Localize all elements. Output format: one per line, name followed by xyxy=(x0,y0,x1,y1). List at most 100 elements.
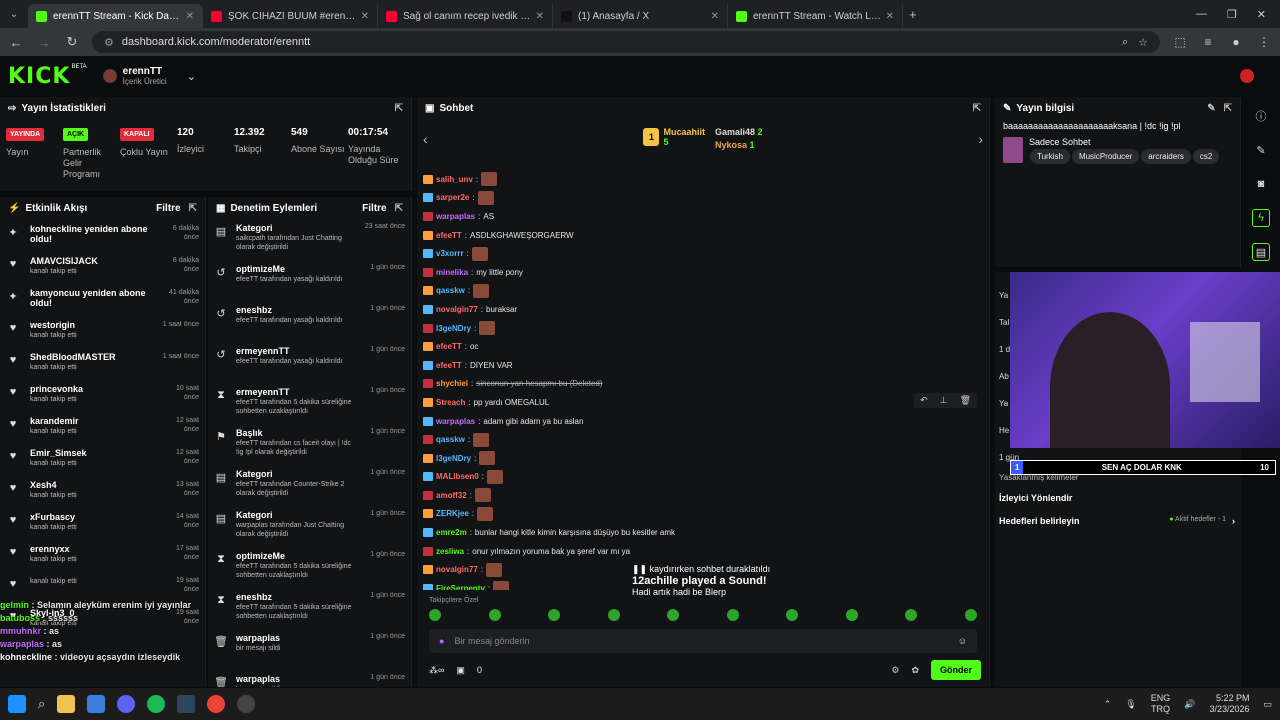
chat-message[interactable]: warpaplas: AS xyxy=(423,207,983,226)
notification-icon[interactable]: ▭ xyxy=(1263,699,1272,710)
chat-message[interactable]: Streach: pp yardı OMEGALUL xyxy=(423,393,983,412)
document-icon[interactable]: ▤ xyxy=(1252,243,1270,261)
activity-item[interactable]: ♥ AMAVCISIJACK kanalı takip etti 8 dakika ö… xyxy=(0,251,205,283)
settings-gear-icon[interactable]: ⚙ xyxy=(891,665,899,676)
chat-message[interactable]: qasskw: xyxy=(423,430,983,449)
emote-shortcut-icon[interactable] xyxy=(786,609,799,621)
emote-shortcut-icon[interactable] xyxy=(488,609,501,621)
chat-username[interactable]: emre2m xyxy=(436,528,467,537)
tray-chevron-icon[interactable]: ⌃ xyxy=(1104,699,1112,710)
stream-tag[interactable]: arcraiders xyxy=(1141,149,1191,164)
extensions-icon[interactable]: ⬚ xyxy=(1172,35,1188,49)
activity-item[interactable]: ♥ xFurbascy kanalı takip etti 14 saat önce xyxy=(0,507,205,539)
stream-tag[interactable]: MusicProducer xyxy=(1071,149,1140,164)
chat-message[interactable]: minelika: my little pony xyxy=(423,263,983,282)
chat-username[interactable]: l3geNDry xyxy=(436,324,471,333)
chat-message[interactable]: MALibsen0: xyxy=(423,468,983,487)
site-info-icon[interactable]: ⚙ xyxy=(104,36,114,49)
set-goals-link[interactable]: Hedefleri belirleyin xyxy=(999,516,1080,526)
bookmark-star-icon[interactable]: ☆ xyxy=(1138,36,1148,49)
emote-shortcut-icon[interactable] xyxy=(726,609,739,621)
chat-username[interactable]: v3xorrr xyxy=(436,249,464,258)
chat-username[interactable]: ZERKjee xyxy=(436,509,469,518)
chat-username[interactable]: FireSerpentv xyxy=(436,584,485,590)
emote-shortcut-icon[interactable] xyxy=(429,609,441,621)
moderation-item[interactable]: ⚑ Başlık efeeTT tarafından cs faceit olayı… xyxy=(208,424,411,465)
stream-category[interactable]: Sadece Sohbet xyxy=(1029,137,1220,147)
chat-message[interactable]: amoff32: xyxy=(423,486,983,505)
chat-message[interactable]: l3geNDry: xyxy=(423,449,983,468)
reply-icon[interactable]: ↶ xyxy=(920,395,928,406)
infinity-icon[interactable]: ⁂∞ xyxy=(429,665,444,676)
popout-icon[interactable]: ⇱ xyxy=(395,203,403,214)
chat-message[interactable]: warpaplas: adam gibi adam ya bu aslan xyxy=(423,412,983,431)
discord-icon[interactable] xyxy=(117,695,136,713)
browser-tab[interactable]: (1) Anasayfa / X ✕ xyxy=(553,4,728,28)
gift-icon[interactable]: ▣ xyxy=(456,665,465,676)
emote-shortcut-icon[interactable] xyxy=(964,609,977,621)
moderation-item[interactable]: ▤ Kategori efeeTT tarafından Counter-Strik… xyxy=(208,465,411,506)
emote-shortcut-icon[interactable] xyxy=(905,609,918,621)
reload-icon[interactable]: ↻ xyxy=(64,34,80,50)
stream-tag[interactable]: cs2 xyxy=(1192,149,1220,164)
chat-message[interactable]: shychiel: sinconun yan hesapmı bu (Delete… xyxy=(423,375,983,394)
chat-message[interactable]: efeeTT: DİYEN VAR xyxy=(423,356,983,375)
chat-message[interactable]: salih_unv: xyxy=(423,170,983,189)
chrome-icon[interactable] xyxy=(207,695,226,713)
browser-tab[interactable]: erennTT Stream - Kick Dashbo ✕ xyxy=(28,4,203,28)
back-icon[interactable]: ← xyxy=(8,35,24,50)
send-button[interactable]: Gönder xyxy=(930,660,981,680)
activity-item[interactable]: ♥ karandemir kanalı takip etti 12 saat önce xyxy=(0,411,205,443)
moderation-item[interactable]: ▤ Kategori saikcpath tarafından Just Chatt… xyxy=(208,219,411,260)
moderation-item[interactable]: ↺ ermeyennTT efeeTT tarafından yasağı kald… xyxy=(208,342,411,383)
stream-tag[interactable]: Turkish xyxy=(1030,149,1070,164)
activity-item[interactable]: ♥ kanalı takip etti 19 saat önce xyxy=(0,571,205,603)
chevron-down-icon[interactable]: ⌄ xyxy=(187,70,196,83)
forward-icon[interactable]: → xyxy=(36,35,52,50)
tab-close-icon[interactable]: ✕ xyxy=(361,11,369,22)
tab-close-icon[interactable]: ✕ xyxy=(886,11,894,22)
popout-icon[interactable]: ⇱ xyxy=(395,103,403,114)
tab-close-icon[interactable]: ✕ xyxy=(186,11,194,22)
chat-message[interactable]: qasskw: xyxy=(423,282,983,301)
volume-icon[interactable]: 🔊 xyxy=(1184,699,1195,710)
chat-username[interactable]: qasskw xyxy=(436,286,465,295)
profile-icon[interactable]: ● xyxy=(1228,35,1244,49)
tab-close-icon[interactable]: ✕ xyxy=(536,11,544,22)
mic-tray-icon[interactable]: 🎙 xyxy=(1125,699,1136,710)
chat-username[interactable]: qasskw xyxy=(436,435,465,444)
chevron-left-icon[interactable]: ‹ xyxy=(423,131,428,147)
new-tab-icon[interactable]: + xyxy=(909,7,917,22)
mic-icon[interactable]: ● xyxy=(439,636,444,646)
moderation-item[interactable]: ▤ Kategori warpaplas tarafından Just Chatt… xyxy=(208,506,411,547)
activity-item[interactable]: ♥ Xesh4 kanalı takip etti 13 saat önce xyxy=(0,475,205,507)
moderation-item[interactable]: 🗑warpaplasbir mesajı sildi1 gün önce xyxy=(208,670,411,687)
store-icon[interactable] xyxy=(87,695,106,713)
moderation-filter-button[interactable]: Filtre xyxy=(362,203,386,214)
activity-item[interactable]: ♥ Emir_Simsek kanalı takip etti 12 saat önc… xyxy=(0,443,205,475)
chat-username[interactable]: MALibsen0 xyxy=(436,472,479,481)
chevron-right-icon[interactable]: › xyxy=(1232,516,1235,526)
popout-icon[interactable]: ⇱ xyxy=(189,203,197,214)
activity-item[interactable]: ♥ princevonka kanalı takip etti 10 saat önc… xyxy=(0,379,205,411)
chat-paused-notice[interactable]: ❚❚ kaydırırken sohbet duraklatıldı 12ach… xyxy=(632,564,802,597)
moderation-item[interactable]: ⧗ ermeyennTT efeeTT tarafından 5 dakika sü… xyxy=(208,383,411,424)
chat-username[interactable]: minelika xyxy=(436,268,468,277)
emoji-icon[interactable]: ☺ xyxy=(958,636,967,646)
chat-message[interactable]: efeeTT: oc xyxy=(423,337,983,356)
popout-icon[interactable]: ⇱ xyxy=(973,103,981,114)
lightning-icon[interactable]: ϟ xyxy=(1252,209,1270,227)
gifter-1[interactable]: 1 Mucaahiit 5 xyxy=(643,127,705,147)
chat-message[interactable]: ZERKjee: xyxy=(423,505,983,524)
minimize-icon[interactable]: — xyxy=(1196,8,1207,21)
moderation-item[interactable]: ⧗ optimizeMe efeeTT tarafından 5 dakika sü… xyxy=(208,547,411,588)
moderation-item[interactable]: 🗑warpaplasbir mesajı sildi1 gün önce xyxy=(208,629,411,670)
chat-username[interactable]: warpaplas xyxy=(436,417,475,426)
camera-icon[interactable]: ◙ xyxy=(1252,175,1270,193)
chat-username[interactable]: warpaplas xyxy=(436,212,475,221)
chevron-right-icon[interactable]: › xyxy=(978,131,983,147)
system-tray[interactable]: ⌃ 🎙 ENG TRQ 🔊 5:22 PM 3/23/2026 ▭ xyxy=(1104,693,1272,715)
chat-username[interactable]: amoff32 xyxy=(436,491,467,500)
popout-icon[interactable]: ⇱ xyxy=(1224,103,1232,114)
restore-icon[interactable]: ❐ xyxy=(1227,8,1237,21)
